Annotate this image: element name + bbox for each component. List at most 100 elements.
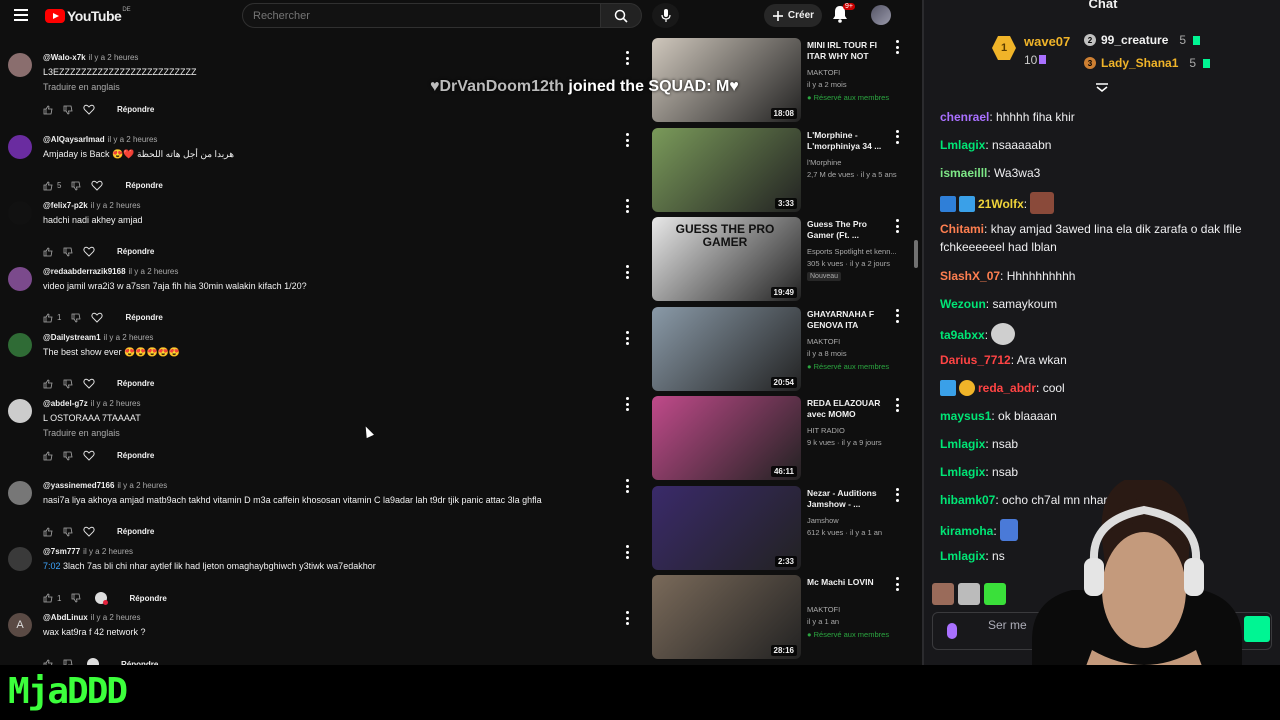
like-button[interactable] <box>43 105 53 115</box>
microphone-icon[interactable] <box>947 623 957 639</box>
scrollbar-thumb[interactable] <box>914 240 918 268</box>
heart-button[interactable] <box>83 450 95 461</box>
heart-button[interactable] <box>91 180 104 191</box>
menu-icon[interactable] <box>14 9 28 21</box>
reply-button[interactable]: Répondre <box>125 313 162 322</box>
translate-link[interactable]: Traduire en anglais <box>43 428 120 438</box>
heart-button[interactable] <box>83 526 95 537</box>
comment-avatar[interactable]: A <box>8 613 32 637</box>
video-channel[interactable]: Esports Spotlight et kenn... <box>807 247 897 256</box>
comment-more-icon[interactable] <box>624 199 630 213</box>
comment-author[interactable]: @Dailystream1 <box>43 333 101 342</box>
chat-username[interactable]: ta9abxx <box>940 328 985 342</box>
related-video-item[interactable]: 3:33 L'Morphine - L'morphiniya 34 ... l'Mo… <box>652 127 907 213</box>
comment-time[interactable]: il y a 2 heures <box>108 135 158 144</box>
emote-icon[interactable] <box>932 583 954 605</box>
like-button[interactable] <box>43 379 53 389</box>
heart-button[interactable] <box>83 246 95 257</box>
comment-avatar[interactable] <box>8 267 32 291</box>
like-button[interactable] <box>43 247 53 257</box>
related-video-item[interactable]: 28:16 Mc Machi LOVIN MAKTOFI il y a 1 an ● R… <box>652 575 907 660</box>
related-video-item[interactable]: 20:54 GHAYARNAHA F GENOVA ITA MAKTOFI il y … <box>652 306 907 392</box>
video-title[interactable]: MINI IRL TOUR FI ITAR WHY NOT <box>807 40 889 62</box>
related-video-item[interactable]: 46:11 REDA ELAZOUAR avec MOMO HIT RADIO 9 k… <box>652 396 907 481</box>
like-button[interactable]: 1 <box>43 593 61 603</box>
search-button[interactable] <box>600 3 642 28</box>
account-avatar[interactable] <box>871 5 891 25</box>
reply-button[interactable]: Répondre <box>117 379 154 388</box>
video-thumbnail[interactable]: 3:33 <box>652 127 801 212</box>
video-more-icon[interactable] <box>894 577 900 591</box>
chat-username[interactable]: SlashX_07 <box>940 269 1000 283</box>
video-channel[interactable]: MAKTOFI <box>807 337 840 346</box>
comment-time[interactable]: il y a 2 heures <box>91 399 141 408</box>
comment-avatar[interactable] <box>8 547 32 571</box>
comment-avatar[interactable] <box>8 201 32 225</box>
like-button[interactable]: 5 <box>43 181 61 191</box>
comment-avatar[interactable] <box>8 333 32 357</box>
video-thumbnail[interactable]: 28:16 <box>652 575 801 659</box>
like-button[interactable]: 1 <box>43 313 61 323</box>
dislike-button[interactable] <box>63 105 73 115</box>
comment-author[interactable]: @AbdLinux <box>43 613 88 622</box>
reply-button[interactable]: Répondre <box>125 181 162 190</box>
comment-time[interactable]: il y a 2 heures <box>129 267 179 276</box>
chat-username[interactable]: chenrael <box>940 110 989 124</box>
video-more-icon[interactable] <box>894 40 900 54</box>
video-title[interactable]: Mc Machi LOVIN <box>807 577 889 588</box>
comment-author[interactable]: @AlQaysarImad <box>43 135 105 144</box>
comment-more-icon[interactable] <box>624 51 630 65</box>
dislike-button[interactable] <box>63 247 73 257</box>
comment-avatar[interactable] <box>8 53 32 77</box>
dislike-button[interactable] <box>63 451 73 461</box>
comment-avatar[interactable] <box>8 399 32 423</box>
chat-username[interactable]: reda_abdr <box>978 381 1036 395</box>
reply-button[interactable]: Répondre <box>117 527 154 536</box>
like-button[interactable] <box>43 527 53 537</box>
comment-more-icon[interactable] <box>624 331 630 345</box>
video-thumbnail[interactable]: 2:33 <box>652 485 801 570</box>
video-more-icon[interactable] <box>894 308 900 323</box>
comment-time[interactable]: il y a 2 heures <box>91 613 141 622</box>
chat-username[interactable]: kiramoha <box>940 524 993 538</box>
comment-more-icon[interactable] <box>624 545 630 559</box>
comment-author[interactable]: @abdel-g7z <box>43 399 88 408</box>
video-title[interactable]: Nezar - Auditions Jamshow - ... <box>807 488 889 510</box>
page-scrollbar[interactable] <box>914 32 920 665</box>
chat-username[interactable]: Wezoun <box>940 297 986 311</box>
chat-username[interactable]: Lmlagix <box>940 437 985 451</box>
third-place-row[interactable]: 3 Lady_Shana1 5 <box>1084 56 1211 70</box>
dislike-button[interactable] <box>71 593 81 603</box>
comment-more-icon[interactable] <box>624 479 630 493</box>
video-channel[interactable]: MAKTOFI <box>807 605 840 614</box>
video-thumbnail[interactable]: 20:54 <box>652 306 801 391</box>
comment-time[interactable]: il y a 2 heures <box>91 201 141 210</box>
heart-button[interactable] <box>83 104 95 115</box>
notifications-button[interactable]: 9+ <box>832 3 855 25</box>
video-title[interactable]: Guess The Pro Gamer (Ft. ... <box>807 219 889 241</box>
chat-username[interactable]: Lmlagix <box>940 465 985 479</box>
comment-avatar[interactable] <box>8 481 32 505</box>
search-input[interactable] <box>243 4 601 28</box>
related-video-item[interactable]: GUESS THE PRO GAMER 19:49 Guess The Pro Ga… <box>652 217 907 302</box>
video-more-icon[interactable] <box>894 398 900 412</box>
video-channel[interactable]: l'Morphine <box>807 158 841 167</box>
heart-button[interactable] <box>91 312 104 323</box>
first-place-name[interactable]: wave07 <box>1024 34 1070 49</box>
video-more-icon[interactable] <box>894 487 900 502</box>
video-title[interactable]: GHAYARNAHA F GENOVA ITA <box>807 309 889 331</box>
video-channel[interactable]: Jamshow <box>807 516 839 525</box>
reply-button[interactable]: Répondre <box>117 247 154 256</box>
comment-more-icon[interactable] <box>624 265 630 279</box>
comment-more-icon[interactable] <box>624 397 630 411</box>
comment-author[interactable]: @redaabderrazik9168 <box>43 267 126 276</box>
chat-username[interactable]: 21Wolfx <box>978 197 1024 211</box>
dislike-button[interactable] <box>71 313 81 323</box>
reply-button[interactable]: Répondre <box>129 594 166 603</box>
reply-button[interactable]: Répondre <box>117 105 154 114</box>
second-place-row[interactable]: 2 99_creature 5 <box>1084 33 1201 47</box>
comment-time[interactable]: il y a 2 heures <box>117 481 167 490</box>
video-channel[interactable]: MAKTOFI <box>807 68 840 77</box>
voice-search-button[interactable] <box>652 3 679 28</box>
emote-icon[interactable] <box>958 583 980 605</box>
